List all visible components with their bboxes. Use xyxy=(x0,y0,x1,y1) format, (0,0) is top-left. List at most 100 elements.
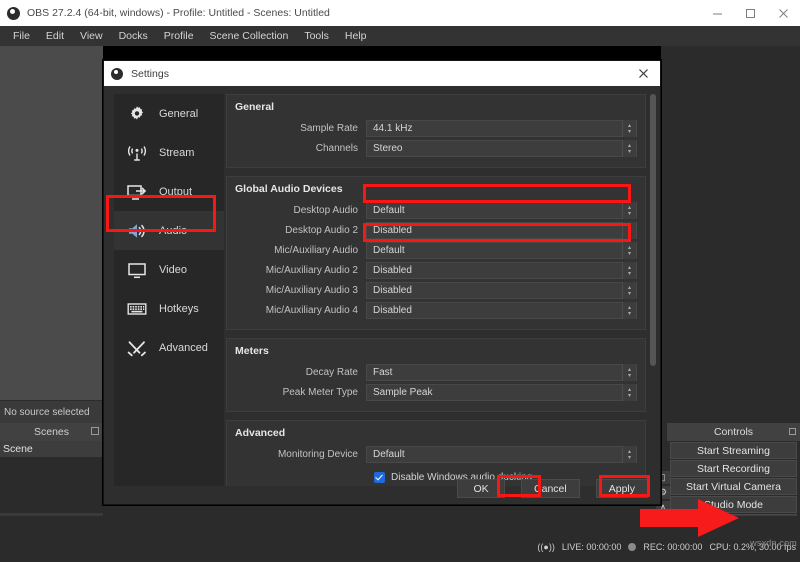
group-title: Global Audio Devices xyxy=(235,183,343,195)
chevron-updown-icon[interactable]: ▴ ▾ xyxy=(622,202,636,219)
settings-pane-audio: General Sample Rate 44.1 kHz ▴ ▾ Channels… xyxy=(226,94,646,486)
setting-row-sample-rate: Sample Rate 44.1 kHz ▴ ▾ xyxy=(235,119,637,138)
settings-scrollbar-thumb[interactable] xyxy=(650,94,656,366)
menu-item-docks[interactable]: Docks xyxy=(111,26,156,46)
group-title: Advanced xyxy=(235,427,286,439)
setting-row-desktop-audio: Desktop Audio Default ▴ ▾ xyxy=(235,201,637,220)
tools-icon xyxy=(124,336,150,360)
mic-aux-audio-3-select[interactable]: Disabled ▴ ▾ xyxy=(366,282,637,299)
sidebar-item-hotkeys[interactable]: Hotkeys xyxy=(114,289,224,328)
chevron-updown-icon[interactable]: ▴ ▾ xyxy=(622,364,636,381)
chevron-updown-icon[interactable]: ▴ ▾ xyxy=(622,120,636,137)
menu-item-tools[interactable]: Tools xyxy=(296,26,337,46)
scenes-list: Scene xyxy=(0,441,103,513)
minimize-icon[interactable] xyxy=(701,0,734,26)
sidebar-item-label: Video xyxy=(159,263,187,276)
group-title: Meters xyxy=(235,345,269,357)
chevron-updown-icon[interactable]: ▴ ▾ xyxy=(622,262,636,279)
chevron-updown-icon[interactable]: ▴ ▾ xyxy=(622,384,636,401)
chevron-updown-icon[interactable]: ▴ ▾ xyxy=(622,302,636,319)
close-dock-icon[interactable] xyxy=(789,428,796,435)
watermark: wsxdn.com xyxy=(750,538,797,548)
settings-scrollbar[interactable] xyxy=(649,94,657,486)
sidebar-item-label: Audio xyxy=(159,224,188,237)
chevron-updown-icon[interactable]: ▴ ▾ xyxy=(622,140,636,157)
start-recording-button[interactable]: Start Recording xyxy=(670,460,797,477)
row-label: Sample Rate xyxy=(300,123,358,134)
sidebar-item-stream[interactable]: Stream xyxy=(114,133,224,172)
record-indicator-icon xyxy=(628,543,637,551)
sidebar-item-output[interactable]: Output xyxy=(114,172,224,211)
desktop-audio-2-select[interactable]: Disabled ▴ ▾ xyxy=(366,222,637,239)
setting-row-mic-aux-audio-3: Mic/Auxiliary Audio 3 Disabled ▴ ▾ xyxy=(235,281,637,300)
chevron-updown-icon[interactable]: ▴ ▾ xyxy=(622,242,636,259)
controls-dock-header: Controls xyxy=(655,423,800,441)
controls-dock-title: Controls xyxy=(713,426,754,438)
channels-select[interactable]: Stereo ▴ ▾ xyxy=(366,140,637,157)
menu-item-profile[interactable]: Profile xyxy=(156,26,202,46)
row-label: Peak Meter Type xyxy=(282,387,358,398)
mic-aux-audio-2-select[interactable]: Disabled ▴ ▾ xyxy=(366,262,637,279)
sidebar-item-audio[interactable]: Audio xyxy=(114,211,224,250)
close-icon[interactable] xyxy=(767,0,800,26)
obs-logo-icon xyxy=(7,6,20,20)
output-monitor-icon xyxy=(124,180,150,204)
mic-aux-audio-4-select[interactable]: Disabled ▴ ▾ xyxy=(366,302,637,319)
scenes-dock-header: Scenes xyxy=(0,423,103,441)
sidebar-item-label: General xyxy=(159,107,199,120)
setting-row-mic-aux-audio-2: Mic/Auxiliary Audio 2 Disabled ▴ ▾ xyxy=(235,261,637,280)
setting-row-channels: Channels Stereo ▴ ▾ xyxy=(235,139,637,158)
sidebar-item-label: Stream xyxy=(159,146,195,159)
rec-status: REC: 00:00:00 xyxy=(643,542,703,552)
sidebar-item-video[interactable]: Video xyxy=(114,250,224,289)
row-label: Decay Rate xyxy=(305,367,358,378)
sidebar-item-label: Hotkeys xyxy=(159,302,199,315)
row-label: Mic/Auxiliary Audio 4 xyxy=(265,305,358,316)
maximize-icon[interactable] xyxy=(734,0,767,26)
setting-row-mic-aux-audio: Mic/Auxiliary Audio Default ▴ ▾ xyxy=(235,241,637,260)
setting-row-desktop-audio-2: Desktop Audio 2 Disabled ▴ ▾ xyxy=(235,221,637,240)
combo-value: Disabled xyxy=(373,225,412,236)
properties-placeholder: No source selected xyxy=(0,401,103,423)
group-advanced: Advanced Monitoring Device Default ▴ ▾ Di… xyxy=(226,420,646,486)
cancel-button[interactable]: Cancel xyxy=(521,479,580,498)
group-general: General Sample Rate 44.1 kHz ▴ ▾ Channels… xyxy=(226,94,646,168)
settings-dialog: Settings General Stream Output Audio Vid… xyxy=(103,60,661,505)
menu-item-scene-collection[interactable]: Scene Collection xyxy=(202,26,297,46)
window-controls xyxy=(701,0,800,26)
scenes-dock-title: Scenes xyxy=(33,426,70,438)
obs-logo-icon xyxy=(111,67,123,80)
peak-meter-type-select[interactable]: Sample Peak ▴ ▾ xyxy=(366,384,637,401)
close-icon[interactable] xyxy=(626,61,660,86)
menu-item-help[interactable]: Help xyxy=(337,26,375,46)
sidebar-item-general[interactable]: General xyxy=(114,94,224,133)
monitoring-device-select[interactable]: Default ▴ ▾ xyxy=(366,446,637,463)
chevron-updown-icon[interactable]: ▴ ▾ xyxy=(622,222,636,239)
float-icon[interactable] xyxy=(91,427,99,435)
menu-item-edit[interactable]: Edit xyxy=(38,26,72,46)
decay-rate-select[interactable]: Fast ▴ ▾ xyxy=(366,364,637,381)
start-virtual-camera-button[interactable]: Start Virtual Camera xyxy=(670,478,797,495)
annotation-arrow xyxy=(640,499,739,537)
combo-value: Disabled xyxy=(373,305,412,316)
sample-rate-select[interactable]: 44.1 kHz ▴ ▾ xyxy=(366,120,637,137)
group-meters: Meters Decay Rate Fast ▴ ▾ Peak Meter Typ… xyxy=(226,338,646,412)
broadcast-icon xyxy=(124,141,150,165)
start-streaming-button[interactable]: Start Streaming xyxy=(670,442,797,459)
group-global-audio-devices: Global Audio Devices Desktop Audio Defau… xyxy=(226,176,646,330)
desktop-audio-select[interactable]: Default ▴ ▾ xyxy=(366,202,637,219)
disable-audio-ducking-checkbox[interactable] xyxy=(374,471,385,483)
settings-nav: General Stream Output Audio Video Hotkey… xyxy=(114,94,224,486)
chevron-updown-icon[interactable]: ▴ ▾ xyxy=(622,446,636,463)
group-title: General xyxy=(235,101,275,113)
apply-button[interactable]: Apply xyxy=(595,479,648,498)
menu-item-file[interactable]: File xyxy=(5,26,38,46)
sidebar-item-advanced[interactable]: Advanced xyxy=(114,328,224,367)
menu-item-view[interactable]: View xyxy=(72,26,111,46)
mic-aux-audio-select[interactable]: Default ▴ ▾ xyxy=(366,242,637,259)
list-item[interactable]: Scene xyxy=(0,441,103,457)
chevron-updown-icon[interactable]: ▴ ▾ xyxy=(622,282,636,299)
row-label: Desktop Audio 2 xyxy=(285,225,358,236)
combo-value: Disabled xyxy=(373,265,412,276)
ok-button[interactable]: OK xyxy=(457,479,506,498)
